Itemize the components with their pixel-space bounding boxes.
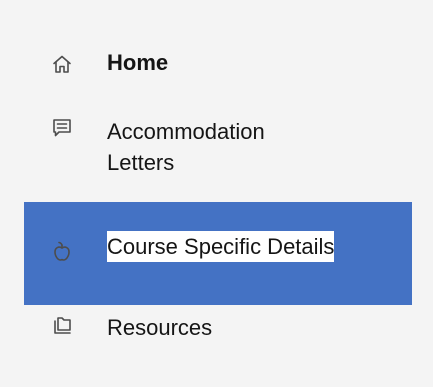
nav-item-course-specific-details[interactable]: Course Specific Details xyxy=(24,202,412,305)
nav-item-label: Resources xyxy=(107,315,213,340)
nav-item-home[interactable]: Home xyxy=(24,44,412,82)
home-icon xyxy=(52,54,72,74)
letter-icon xyxy=(52,118,72,138)
sidebar-nav: Home Accommodation Letters Course Specif… xyxy=(0,0,433,387)
nav-item-label: Home xyxy=(107,50,169,75)
nav-item-label: Course Specific Details xyxy=(107,231,335,262)
folder-icon xyxy=(52,316,72,336)
nav-item-accommodation-letters[interactable]: Accommodation Letters xyxy=(24,114,412,202)
apple-icon xyxy=(52,241,72,261)
nav-item-resources[interactable]: Resources xyxy=(24,308,412,348)
nav-item-label: Accommodation Letters xyxy=(107,119,265,175)
